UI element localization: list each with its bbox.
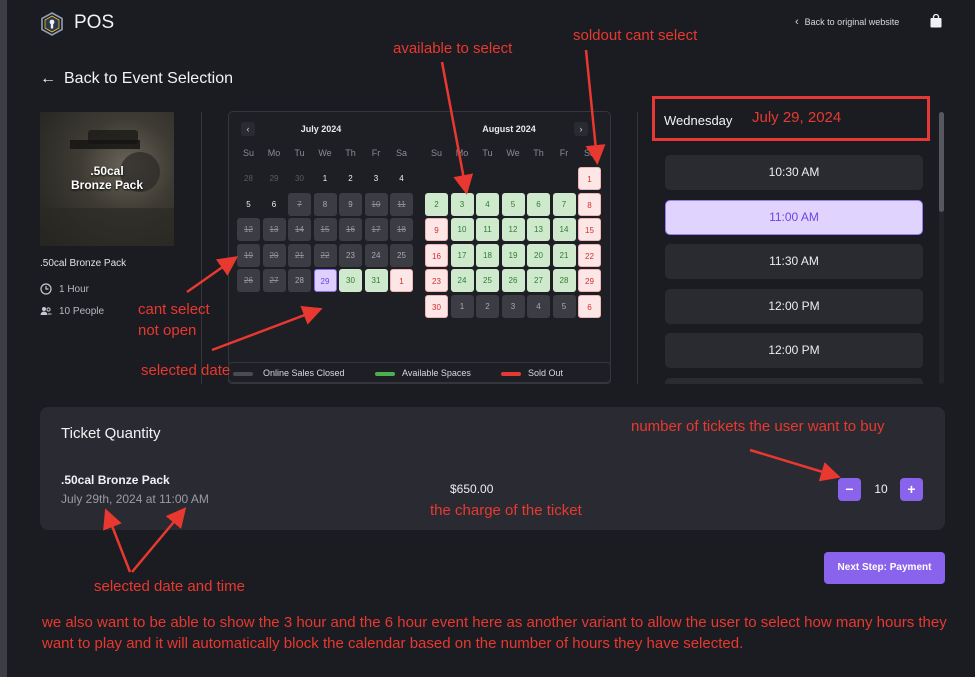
arrow-cant-select xyxy=(186,256,239,294)
annotation-arrows xyxy=(103,49,841,573)
arrow-available xyxy=(440,61,474,195)
arrow-selected-date xyxy=(211,305,323,352)
arrow-num-tickets xyxy=(749,448,841,482)
arrow-soldout xyxy=(584,49,606,165)
arrow-datetime-right xyxy=(131,507,187,573)
arrow-datetime-left xyxy=(103,508,132,573)
